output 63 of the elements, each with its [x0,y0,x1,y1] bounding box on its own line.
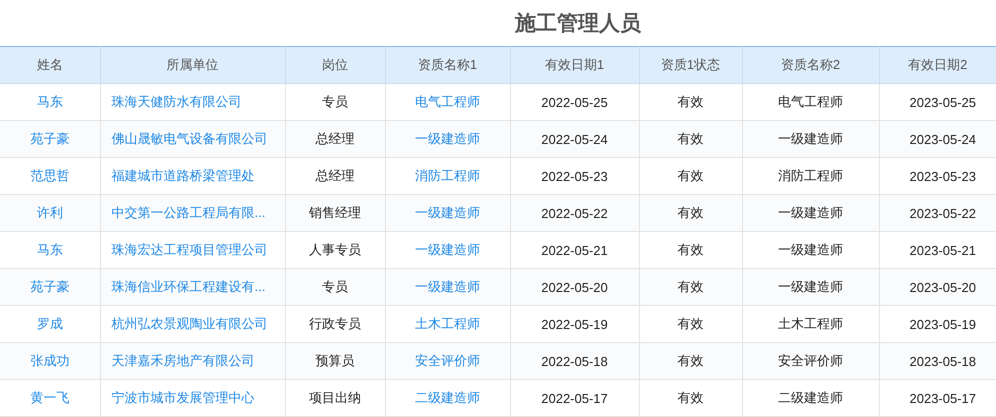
table-cell: 总经理 [316,168,354,183]
table-cell: 2023-05-24 [910,132,976,146]
table-cell: 2022-05-17 [541,390,608,406]
table-cell: 2022-05-21 [541,242,608,258]
table-link[interactable]: 范思哲 [30,168,70,183]
table-cell: 一级建造师 [778,205,843,220]
table-cell: 一级建造师 [778,131,843,146]
table-cell: 2022-05-25 [541,94,608,110]
table-cell: 2022-05-19 [541,316,608,332]
column-header: 有效日期2 [879,46,996,84]
table-cell: 有效 [678,168,704,183]
table-cell: 土木工程师 [778,316,843,331]
table-cell: 2023-05-20 [910,280,976,294]
column-header: 资质1状态 [639,46,742,84]
table-cell: 有效 [678,205,704,220]
table-cell: 2023-05-22 [910,206,976,220]
column-header: 岗位 [285,46,385,84]
column-header: 姓名 [0,46,100,84]
table-cell: 一级建造师 [778,242,843,257]
table-cell: 有效 [678,94,704,109]
table-cell: 专员 [322,94,348,109]
table-cell: 总经理 [316,131,354,146]
table-cell: 有效 [678,353,704,368]
page-title: 施工管理人员 [515,11,641,37]
table-cell: 二级建造师 [778,390,843,405]
table-cell: 2023-05-18 [910,354,976,368]
table-cell: 2022-05-22 [541,206,608,220]
table-cell: 有效 [678,390,704,405]
table-cell: 2023-05-25 [910,94,976,110]
table-cell: 预算员 [316,353,354,368]
table-cell: 2022-05-24 [541,132,608,146]
column-header: 有效日期1 [510,46,639,84]
table-cell: 2022-05-23 [541,168,608,184]
table-cell: 一级建造师 [778,279,843,294]
table-cell: 2023-05-23 [910,168,976,184]
table-cell: 行政专员 [309,316,361,331]
table-link[interactable]: 马东 [36,242,63,257]
table-cell: 有效 [678,279,704,294]
column-header: 资质名称1 [385,46,510,84]
table-cell: 有效 [678,131,704,146]
table-cell: 人事专员 [309,242,361,257]
table-link[interactable]: 张成功 [30,353,70,368]
table-cell: 2022-05-20 [541,280,608,294]
table-cell: 项目出纳 [309,390,361,405]
table-cell: 专员 [322,279,348,294]
table-link[interactable]: 马东 [36,94,63,109]
table-cell: 有效 [678,242,704,257]
column-header: 所属单位 [100,46,285,84]
table-link[interactable]: 苑子豪 [30,279,70,294]
table-cell: 2023-05-19 [910,316,976,332]
table-cell: 销售经理 [309,205,361,220]
table-link[interactable]: 许利 [36,205,63,220]
table-cell: 有效 [678,316,704,331]
table-cell: 安全评价师 [778,353,843,368]
column-header: 资质名称2 [742,46,879,84]
table-link[interactable]: 黄一飞 [30,390,70,405]
table-cell: 2023-05-17 [910,390,976,406]
table-link[interactable]: 苑子豪 [30,131,70,146]
table-cell: 消防工程师 [778,168,843,183]
table-link[interactable]: 罗成 [36,316,63,331]
table-cell: 2023-05-21 [910,242,976,258]
table-cell: 2022-05-18 [541,354,608,368]
table-cell: 电气工程师 [778,94,843,109]
